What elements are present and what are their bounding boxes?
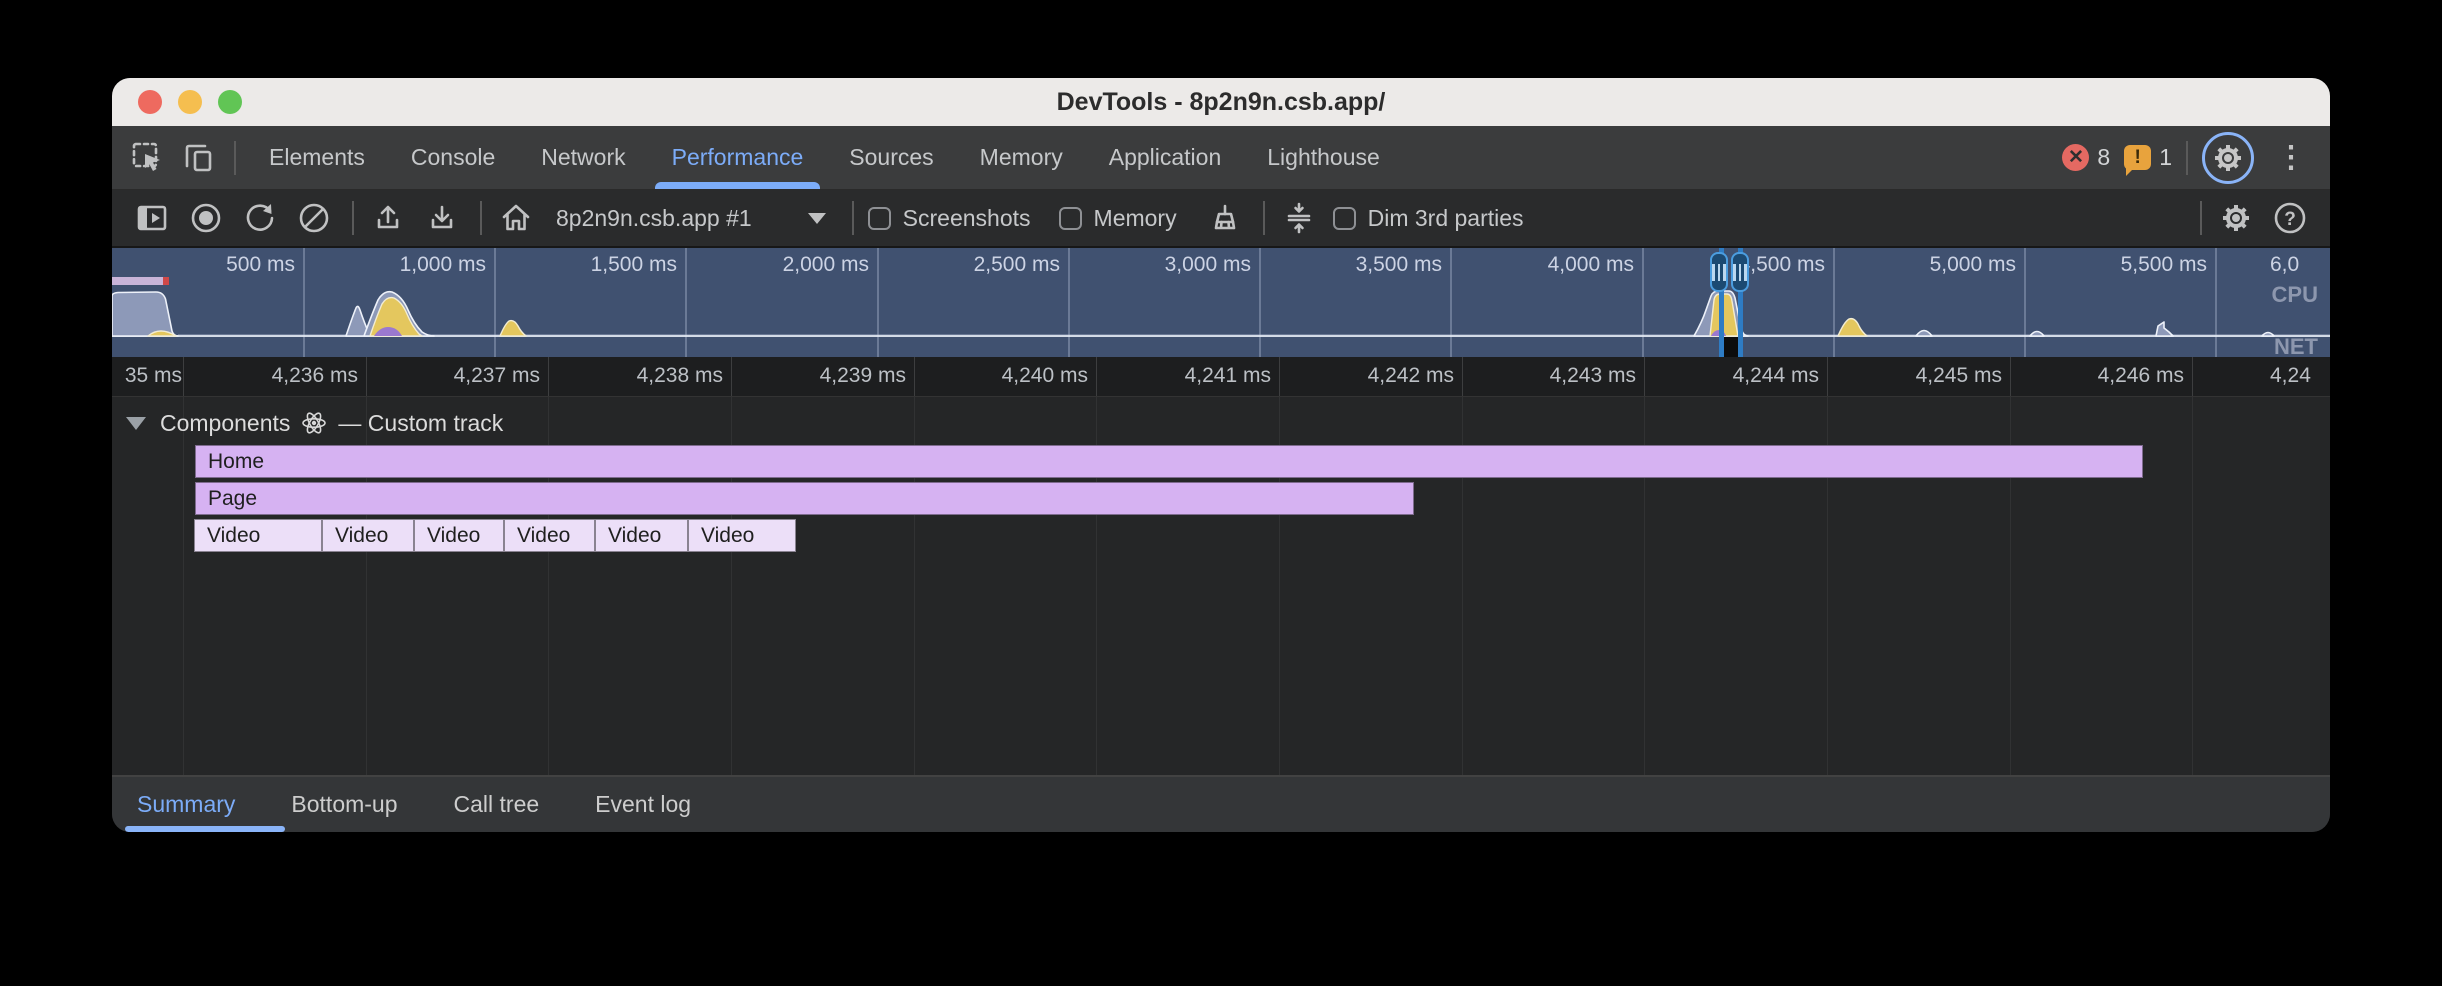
collapse-sections-icon[interactable] <box>1279 198 1319 238</box>
error-count: 8 <box>2097 144 2110 171</box>
tab-performance[interactable]: Performance <box>649 126 827 189</box>
ruler-label: 4,244 ms <box>1669 364 1819 388</box>
settings-icon[interactable] <box>2216 198 2256 238</box>
flame-bar-video[interactable]: Video <box>504 519 595 552</box>
ruler-label: 4,245 ms <box>1852 364 2002 388</box>
tab-call-tree[interactable]: Call tree <box>454 791 540 818</box>
flame-bar-video[interactable]: Video <box>194 519 322 552</box>
track-suffix: — Custom track <box>338 410 503 437</box>
svg-text:?: ? <box>2284 209 2296 230</box>
collect-garbage-icon[interactable] <box>1205 198 1245 238</box>
divider <box>852 201 854 235</box>
tab-console[interactable]: Console <box>388 126 518 189</box>
screenshots-label: Screenshots <box>903 205 1031 232</box>
flame-bar-video[interactable]: Video <box>595 519 688 552</box>
tab-summary[interactable]: Summary <box>137 791 235 818</box>
issues-button[interactable]: ! 1 <box>2124 144 2172 171</box>
download-profile-icon[interactable] <box>422 198 462 238</box>
ruler-label: 4,240 ms <box>938 364 1088 388</box>
errors-button[interactable]: ✕ 8 <box>2062 144 2110 171</box>
divider <box>2186 141 2188 175</box>
ruler-label: 4,239 ms <box>756 364 906 388</box>
tab-elements[interactable]: Elements <box>246 126 388 189</box>
inspect-element-icon[interactable] <box>126 136 170 180</box>
reload-and-record-icon[interactable] <box>240 198 280 238</box>
memory-checkbox[interactable] <box>1059 207 1082 230</box>
memory-label: Memory <box>1094 205 1177 232</box>
dim-3rd-parties-checkbox[interactable] <box>1333 207 1356 230</box>
device-toolbar-icon[interactable] <box>176 136 220 180</box>
tab-lighthouse[interactable]: Lighthouse <box>1244 126 1403 189</box>
tab-application[interactable]: Application <box>1086 126 1245 189</box>
divider <box>1263 201 1265 235</box>
time-ruler: 35 ms 4,236 ms 4,237 ms 4,238 ms 4,239 m… <box>112 357 2330 397</box>
ruler-label: 4,246 ms <box>2034 364 2184 388</box>
tab-memory[interactable]: Memory <box>957 126 1086 189</box>
toggle-sidebar-icon[interactable] <box>132 198 172 238</box>
window-title: DevTools - 8p2n9n.csb.app/ <box>112 88 2330 117</box>
divider <box>352 201 354 235</box>
ruler-label: 4,238 ms <box>573 364 723 388</box>
flame-chart-area[interactable]: Components — Custom track Home Page Vide… <box>112 397 2330 775</box>
error-icon: ✕ <box>2062 144 2089 171</box>
ruler-label: 4,243 ms <box>1486 364 1636 388</box>
target-dropdown-caret-icon[interactable] <box>808 213 826 224</box>
more-options-icon[interactable]: ⋮ <box>2268 143 2314 173</box>
net-lane-label: NET <box>2274 334 2318 357</box>
ruler-label: 4,237 ms <box>390 364 540 388</box>
cpu-lane-label: CPU <box>2272 282 2318 308</box>
selection-left-handle[interactable] <box>1710 252 1728 292</box>
home-icon[interactable] <box>496 198 536 238</box>
ruler-label: 35 ms <box>112 364 182 388</box>
active-tab-underline <box>655 182 821 189</box>
ruler-label: 4,24 <box>2270 364 2330 388</box>
help-icon[interactable]: ? <box>2270 198 2310 238</box>
issue-count: 1 <box>2159 144 2172 171</box>
react-atom-icon <box>300 409 328 437</box>
track-name: Components <box>160 410 290 437</box>
gear-icon <box>2210 140 2246 176</box>
divider <box>2200 201 2202 235</box>
details-tab-bar: Summary Bottom-up Call tree Event log <box>112 775 2330 832</box>
active-bottom-tab-underline <box>125 826 285 832</box>
flame-bar-page[interactable]: Page <box>195 482 1414 515</box>
tab-network[interactable]: Network <box>518 126 648 189</box>
screenshots-checkbox[interactable] <box>868 207 891 230</box>
selection-right-handle[interactable] <box>1731 252 1749 292</box>
tab-event-log[interactable]: Event log <box>595 791 691 818</box>
title-bar: DevTools - 8p2n9n.csb.app/ <box>112 78 2330 126</box>
performance-toolbar: 8p2n9n.csb.app #1 Screenshots Memory Dim… <box>112 190 2330 248</box>
tab-bottom-up[interactable]: Bottom-up <box>291 791 397 818</box>
settings-button-focused[interactable] <box>2202 132 2254 184</box>
ruler-label: 4,236 ms <box>208 364 358 388</box>
cpu-activity-chart <box>112 248 2330 357</box>
clear-icon[interactable] <box>294 198 334 238</box>
flame-bar-video[interactable]: Video <box>322 519 414 552</box>
divider <box>234 141 236 175</box>
main-tab-bar: Elements Console Network Performance Sou… <box>112 126 2330 190</box>
divider <box>480 201 482 235</box>
devtools-window: DevTools - 8p2n9n.csb.app/ Elements Cons… <box>112 78 2330 832</box>
ruler-label: 4,242 ms <box>1304 364 1454 388</box>
flame-bar-video[interactable]: Video <box>414 519 504 552</box>
target-selector[interactable]: 8p2n9n.csb.app #1 <box>556 205 752 232</box>
upload-profile-icon[interactable] <box>368 198 408 238</box>
tab-sources[interactable]: Sources <box>826 126 956 189</box>
disclosure-triangle-icon[interactable] <box>126 417 146 430</box>
flame-bar-home[interactable]: Home <box>195 445 2143 478</box>
dim-3rd-parties-label: Dim 3rd parties <box>1368 205 1524 232</box>
flame-bar-video[interactable]: Video <box>688 519 796 552</box>
timeline-overview[interactable]: 500 ms 1,000 ms 1,500 ms 2,000 ms 2,500 … <box>112 248 2330 357</box>
issue-icon: ! <box>2124 145 2151 170</box>
custom-track-header[interactable]: Components — Custom track <box>126 409 503 437</box>
ruler-label: 4,241 ms <box>1121 364 1271 388</box>
record-icon[interactable] <box>186 198 226 238</box>
